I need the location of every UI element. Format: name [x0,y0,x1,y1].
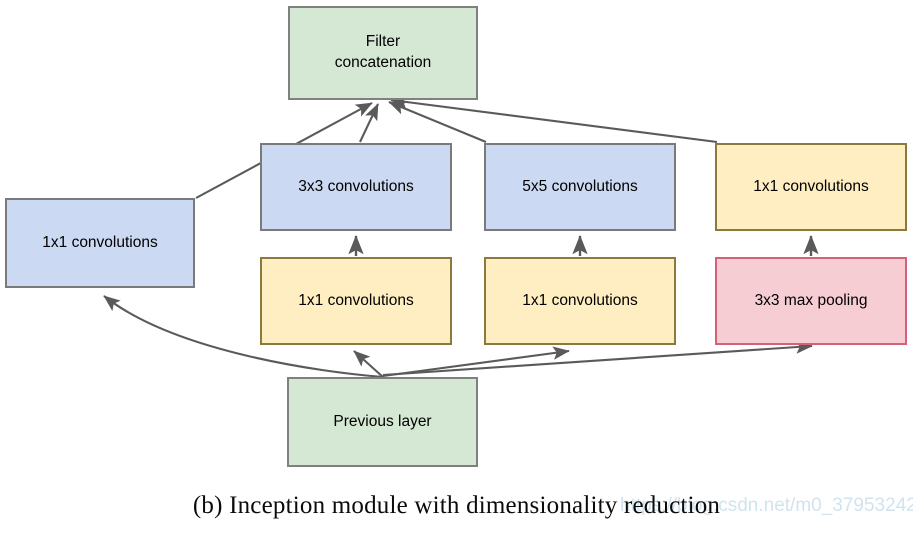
figure-caption: (b) Inception module with dimensionality… [192,492,721,519]
node-label-conv5x5: 5x5 convolutions [522,177,638,195]
node-label-conv1x1-before-5x5: 1x1 convolutions [522,291,638,309]
node-label-line2: concatenation [334,54,432,71]
node-label-conv1x1-before-3x3: 1x1 convolutions [298,291,414,309]
node-conv3x3[interactable]: 3x3 convolutions [260,143,452,231]
node-label-conv1x1-after-pool: 1x1 convolutions [753,177,869,195]
node-label-filter-concatenation: Filter concatenation [335,32,432,74]
edge-conv3x3-to-concat [359,103,379,143]
edge-prev-to-maxpool [382,340,813,377]
node-label-maxpool3x3: 3x3 max pooling [754,291,868,309]
node-conv1x1-left[interactable]: 1x1 convolutions [5,198,195,288]
node-filter-concatenation[interactable]: Filter concatenation [288,6,478,100]
node-conv1x1-after-pool[interactable]: 1x1 convolutions [715,143,907,231]
node-label-previous-layer: Previous layer [333,412,432,430]
node-maxpool3x3[interactable]: 3x3 max pooling [715,257,907,345]
edge-conv1x1-after-pool-to-concat [390,95,718,144]
node-label-line1: Filter [365,33,401,51]
node-conv5x5[interactable]: 5x5 convolutions [484,143,676,231]
diagram-canvas: Filter concatenation 1x1 convolutions 3x… [0,0,913,533]
node-conv1x1-before-5x5[interactable]: 1x1 convolutions [484,257,676,345]
node-previous-layer[interactable]: Previous layer [287,377,478,467]
edge-conv5x5-to-concat [388,101,487,143]
node-conv1x1-before-3x3[interactable]: 1x1 convolutions [260,257,452,345]
node-label-conv1x1-left: 1x1 convolutions [42,233,158,251]
edge-prev-to-conv1x1-before-3x3 [353,350,384,378]
node-label-conv3x3: 3x3 convolutions [298,177,414,195]
